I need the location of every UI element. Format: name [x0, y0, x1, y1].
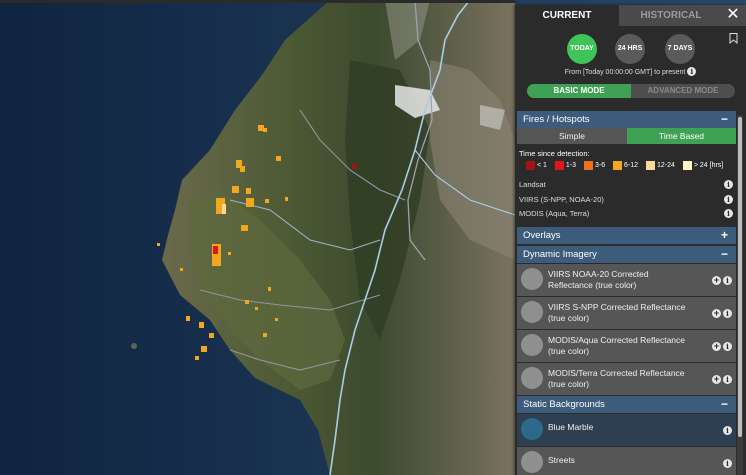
overlays-section-title: Overlays: [523, 230, 561, 241]
layer-thumbnail: [521, 334, 543, 356]
tab-simple[interactable]: Simple: [517, 128, 627, 144]
layer-title-line1: MODIS/Terra Corrected Reflectance: [548, 368, 685, 378]
add-layer-icon[interactable]: +: [712, 342, 721, 351]
layer-title: MODIS/Aqua Corrected Reflectance (true co…: [548, 335, 698, 357]
collapse-icon[interactable]: −: [721, 111, 728, 128]
legend-label: 12-24: [657, 162, 675, 169]
map-thumbnail: [521, 451, 543, 473]
layer-title-line2: (true color): [548, 313, 590, 323]
legend-swatch: [646, 161, 656, 170]
layer-streets[interactable]: Streets i: [517, 447, 736, 475]
advanced-mode-button[interactable]: ADVANCED MODE: [631, 84, 735, 98]
source-landsat: Landsat i: [519, 180, 733, 189]
source-modis: MODIS (Aqua, Terra) i: [519, 209, 733, 218]
info-icon[interactable]: i: [723, 309, 732, 318]
legend-label: < 1: [537, 162, 547, 169]
overlays-section-header[interactable]: Overlays +: [517, 227, 736, 244]
info-icon[interactable]: i: [723, 426, 732, 435]
layer-viirs-snpp[interactable]: VIIRS S-NPP Corrected Reflectance (true c…: [517, 297, 736, 330]
info-icon[interactable]: i: [724, 195, 733, 204]
layer-viirs-noaa20[interactable]: VIIRS NOAA-20 Corrected Reflectance (true…: [517, 264, 736, 297]
tab-current[interactable]: CURRENT: [515, 5, 619, 26]
time-range-text: From [Today 00:00:00 GMT] to present: [564, 69, 686, 76]
fire-legend: < 1 1-3 3-6 6-12 12-24 > 24 [hrs]: [526, 161, 729, 172]
add-layer-icon[interactable]: +: [712, 309, 721, 318]
legend-swatch: [526, 161, 535, 170]
tab-bar: CURRENT HISTORICAL ✕: [515, 5, 746, 26]
info-icon[interactable]: i: [723, 342, 732, 351]
legend-swatch: [554, 161, 564, 170]
layer-title-line2: (true color): [548, 379, 590, 389]
legend-label: 3-6: [594, 162, 606, 169]
layer-blue-marble[interactable]: Blue Marble i: [517, 414, 736, 447]
time-range: From [Today 00:00:00 GMT] to present i: [515, 67, 746, 76]
legend-swatch: [613, 161, 623, 170]
close-icon[interactable]: ✕: [724, 6, 742, 24]
info-icon[interactable]: i: [723, 375, 732, 384]
collapse-icon[interactable]: −: [721, 396, 728, 413]
dynamic-imagery-section-header[interactable]: Dynamic Imagery −: [517, 246, 736, 263]
add-layer-icon[interactable]: +: [712, 276, 721, 285]
source-label: VIIRS (S-NPP, NOAA-20): [519, 195, 604, 204]
layer-title: Streets: [548, 455, 575, 465]
layer-title-line2: Reflectance (true color): [548, 280, 637, 290]
layer-title: MODIS/Terra Corrected Reflectance (true c…: [548, 368, 698, 390]
info-icon[interactable]: i: [724, 209, 733, 218]
globe-thumbnail: [521, 418, 543, 440]
7-days-button[interactable]: 7 DAYS: [665, 34, 695, 64]
tab-historical[interactable]: HISTORICAL: [619, 5, 723, 26]
layer-title-line2: (true color): [548, 346, 590, 356]
legend-swatch: [682, 161, 692, 170]
source-label: Landsat: [519, 180, 546, 189]
legend-label: 1-3: [565, 162, 577, 169]
today-button[interactable]: TODAY: [567, 34, 597, 64]
static-section-title: Static Backgrounds: [523, 399, 605, 410]
expand-icon[interactable]: +: [721, 227, 728, 244]
basic-mode-button[interactable]: BASIC MODE: [527, 84, 631, 98]
layer-modis-aqua[interactable]: MODIS/Aqua Corrected Reflectance (true co…: [517, 330, 736, 363]
collapse-icon[interactable]: −: [721, 246, 728, 263]
layer-thumbnail: [521, 268, 543, 290]
layer-title-line1: MODIS/Aqua Corrected Reflectance: [548, 335, 686, 345]
info-icon[interactable]: i: [723, 459, 732, 468]
info-icon[interactable]: i: [723, 276, 732, 285]
tab-time-based[interactable]: Time Based: [627, 128, 736, 144]
layer-thumbnail: [521, 301, 543, 323]
layer-thumbnail: [521, 367, 543, 389]
legend-label: 6-12: [624, 162, 639, 169]
info-icon[interactable]: i: [687, 67, 697, 76]
layer-title: VIIRS NOAA-20 Corrected Reflectance (true…: [548, 269, 698, 291]
scrollbar-thumb[interactable]: [738, 117, 742, 437]
info-icon[interactable]: i: [724, 180, 733, 189]
legend-swatch: [583, 161, 593, 170]
bookmark-icon[interactable]: [729, 33, 738, 44]
fires-section-header[interactable]: Fires / Hotspots −: [517, 111, 736, 128]
legend-label: > 24 [hrs]: [693, 162, 724, 169]
add-layer-icon[interactable]: +: [712, 375, 721, 384]
panel-scrollbar[interactable]: [737, 115, 743, 475]
fires-section-title: Fires / Hotspots: [523, 114, 590, 125]
source-label: MODIS (Aqua, Terra): [519, 209, 590, 218]
layer-modis-terra[interactable]: MODIS/Terra Corrected Reflectance (true c…: [517, 363, 736, 396]
layer-title-line1: VIIRS S-NPP Corrected Reflectance: [548, 302, 686, 312]
24-hrs-button[interactable]: 24 HRS: [615, 34, 645, 64]
layer-title: Blue Marble: [548, 422, 594, 432]
dynamic-section-title: Dynamic Imagery: [523, 249, 597, 260]
source-viirs: VIIRS (S-NPP, NOAA-20) i: [519, 195, 733, 204]
layer-title: VIIRS S-NPP Corrected Reflectance (true c…: [548, 302, 698, 324]
layers-panel: CURRENT HISTORICAL ✕ TODAY 24 HRS 7 DAYS…: [515, 5, 746, 475]
static-backgrounds-section-header[interactable]: Static Backgrounds −: [517, 396, 736, 413]
layer-title-line1: VIIRS NOAA-20 Corrected: [548, 269, 649, 279]
legend-title: Time since detection:: [519, 149, 590, 158]
